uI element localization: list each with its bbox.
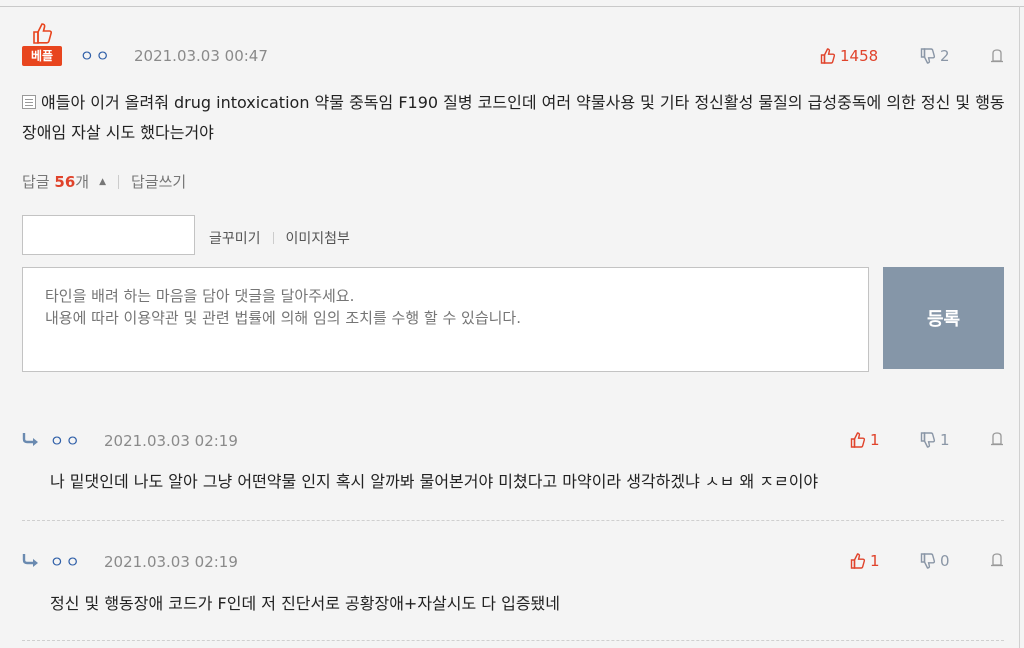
thumbs-up-icon: [850, 553, 866, 569]
divider: [272, 232, 274, 244]
reply-text: 나 밑댓인데 나도 알아 그냥 어떤약물 인지 혹시 알까봐 물어본거야 미쳤다…: [50, 472, 819, 491]
thumbs-down-icon: [920, 432, 936, 448]
thumbs-down-icon: [920, 553, 936, 569]
thumbs-down-icon: [920, 48, 936, 64]
decorate-text-button[interactable]: 글꾸미기: [209, 228, 261, 248]
right-border: [1019, 6, 1020, 648]
reply-count: 56: [54, 173, 76, 191]
report-icon[interactable]: [990, 49, 1004, 63]
editor-toolbar: 글꾸미기 이미지첨부: [209, 228, 350, 248]
reply-bar: 답글 56개 ▲ 답글쓰기: [22, 171, 186, 192]
reply-date: 2021.03.03 02:19: [104, 432, 238, 450]
attach-image-button[interactable]: 이미지첨부: [286, 228, 350, 248]
thumbs-up-icon: [820, 48, 836, 64]
comment-nickname[interactable]: ㅇㅇ: [80, 45, 112, 66]
dislike-button[interactable]: 0: [920, 552, 950, 570]
memo-icon: [22, 95, 36, 109]
dislike-button[interactable]: 1: [920, 431, 950, 449]
reply-arrow-icon: [22, 554, 38, 567]
comment-text: 얘들아 이거 올려줘 drug intoxication 약물 중독임 F190…: [22, 93, 1005, 142]
like-count: 1458: [840, 47, 879, 65]
like-button[interactable]: 1458: [820, 47, 878, 65]
like-count: 1: [870, 431, 880, 449]
comment-date: 2021.03.03 00:47: [134, 47, 268, 65]
dislike-count: 0: [940, 552, 950, 570]
reply-label: 답글: [22, 173, 50, 191]
reply-arrow-icon: [22, 433, 38, 446]
dislike-count: 1: [940, 431, 950, 449]
best-label: 베플: [22, 46, 62, 66]
dislike-count: 2: [940, 47, 950, 65]
reply-divider: [22, 640, 1004, 641]
reply-toggle[interactable]: 답글 56개: [22, 171, 89, 192]
top-border: [0, 6, 1024, 7]
divider: [118, 174, 119, 189]
submit-button[interactable]: 등록: [883, 267, 1004, 369]
reply-unit: 개: [75, 173, 90, 191]
reply-divider: [22, 520, 1004, 521]
like-button[interactable]: 1: [850, 552, 880, 570]
thumbs-up-icon: [33, 23, 52, 44]
caret-up-icon[interactable]: ▲: [99, 177, 106, 187]
like-count: 1: [870, 552, 880, 570]
comment-content: 얘들아 이거 올려줘 drug intoxication 약물 중독임 F190…: [22, 88, 1012, 148]
dislike-button[interactable]: 2: [920, 47, 950, 65]
report-icon[interactable]: [990, 553, 1004, 567]
reply-nickname[interactable]: ㅇㅇ: [50, 551, 82, 572]
nickname-input[interactable]: [22, 215, 195, 255]
like-button[interactable]: 1: [850, 431, 880, 449]
best-comment-badge: 베플: [22, 22, 62, 68]
reply-nickname[interactable]: ㅇㅇ: [50, 430, 82, 451]
thumbs-up-icon: [850, 432, 866, 448]
write-reply-link[interactable]: 답글쓰기: [131, 171, 186, 192]
reply-date: 2021.03.03 02:19: [104, 553, 238, 571]
report-icon[interactable]: [990, 432, 1004, 446]
reply-text: 정신 및 행동장애 코드가 F인데 저 진단서로 공황장애+자살시도 다 입증됐…: [50, 594, 560, 613]
comment-textarea[interactable]: [22, 267, 869, 372]
